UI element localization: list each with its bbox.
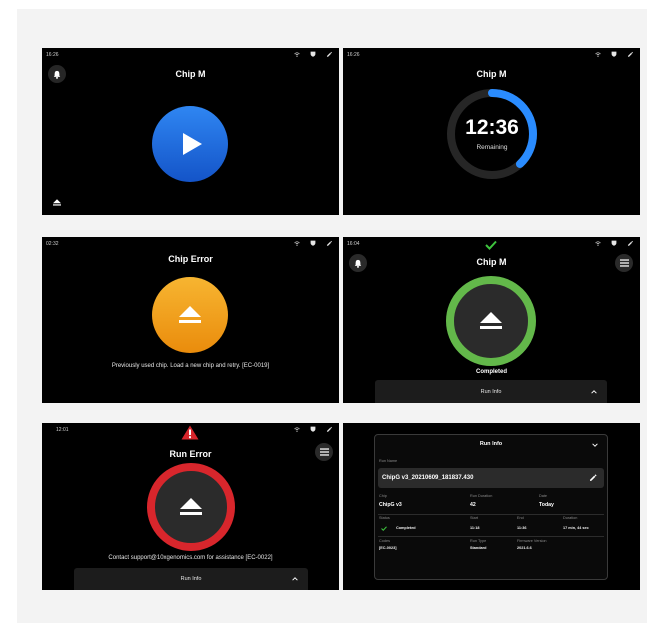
status-time: 02:32 bbox=[46, 241, 59, 247]
pen-icon bbox=[326, 51, 332, 57]
error-message: Contact support@10xgenomics.com for assi… bbox=[108, 555, 273, 561]
panel-ready: 16:26 Chip M bbox=[42, 48, 339, 215]
check-icon bbox=[381, 526, 387, 531]
eject-chip-button[interactable] bbox=[445, 275, 537, 367]
chip-label: Chip bbox=[379, 494, 387, 498]
panel-run-info: Run Info Run Name ChipG v3_20210609_1818… bbox=[343, 423, 640, 590]
wifi-icon bbox=[294, 426, 300, 432]
warning-icon bbox=[181, 425, 199, 440]
status-label: Completed bbox=[475, 369, 507, 375]
run-info-toggle[interactable]: Run Info bbox=[74, 568, 308, 590]
run-duration-label: Run Duration bbox=[470, 494, 493, 498]
shield-icon bbox=[611, 240, 617, 246]
status-time: 16:26 bbox=[46, 52, 59, 58]
timer-value: 12:36 bbox=[465, 116, 519, 139]
check-icon bbox=[485, 240, 497, 250]
status-value: Completed bbox=[396, 526, 416, 530]
page-title: Chip M bbox=[476, 257, 507, 267]
shield-icon bbox=[310, 51, 316, 57]
divider bbox=[378, 514, 604, 515]
timer-label: Remaining bbox=[476, 144, 508, 151]
run-info-toggle[interactable]: Run Info bbox=[375, 380, 607, 403]
page-title: Chip Error bbox=[168, 254, 213, 264]
start-value: 11:18 bbox=[470, 526, 480, 530]
run-name-field[interactable]: ChipG v3_20210609_181837.430 bbox=[378, 468, 604, 488]
wifi-icon bbox=[294, 240, 300, 246]
end-value: 11:36 bbox=[517, 526, 527, 530]
pen-icon bbox=[627, 240, 633, 246]
chevron-up-icon bbox=[591, 389, 597, 394]
panel-run-error: 12:01 Run Error Contact support@10xgenom… bbox=[42, 423, 339, 590]
start-run-button[interactable] bbox=[152, 106, 228, 182]
panel-running: 16:26 Chip M 12:36 Remaining bbox=[343, 48, 640, 215]
page-title: Run Error bbox=[169, 449, 212, 459]
eject-chip-button[interactable] bbox=[152, 277, 228, 353]
codes-label: Codes bbox=[379, 539, 390, 543]
end-label: End bbox=[517, 516, 524, 520]
firmware-value: 2021.6.6 bbox=[517, 546, 532, 550]
wifi-icon bbox=[595, 51, 601, 57]
status-time: 16:04 bbox=[347, 241, 360, 247]
shield-icon bbox=[310, 426, 316, 432]
run-name-label: Run Name bbox=[379, 459, 398, 463]
status-bar bbox=[294, 51, 332, 57]
status-bar bbox=[294, 240, 332, 246]
status-bar bbox=[595, 51, 633, 57]
status-time: 16:26 bbox=[347, 52, 360, 58]
chevron-up-icon bbox=[292, 577, 298, 581]
wifi-icon bbox=[294, 51, 300, 57]
page-title: Chip M bbox=[175, 69, 206, 79]
duration-label: Duration bbox=[563, 516, 578, 520]
chip-value: ChipG v3 bbox=[379, 502, 402, 508]
date-label: Date bbox=[539, 494, 548, 498]
shield-icon bbox=[611, 51, 617, 57]
run-info-label: Run Info bbox=[180, 576, 202, 582]
shield-icon bbox=[310, 240, 316, 246]
firmware-label: Firmware Version bbox=[517, 539, 547, 543]
start-label: Start bbox=[470, 516, 479, 520]
divider bbox=[378, 536, 604, 537]
wifi-icon bbox=[595, 240, 601, 246]
run-type-label: Run Type bbox=[470, 539, 487, 543]
run-info-card: Run Info Run Name ChipG v3_20210609_1818… bbox=[374, 434, 608, 580]
chevron-down-icon[interactable] bbox=[592, 443, 598, 447]
run-info-label: Run Info bbox=[480, 388, 502, 395]
pen-icon bbox=[326, 240, 332, 246]
status-bar bbox=[595, 240, 633, 246]
page-title: Chip M bbox=[476, 69, 507, 79]
run-type-value: Standard bbox=[470, 546, 487, 550]
date-value: Today bbox=[539, 502, 554, 508]
duration-value: 17 min, 44 sec bbox=[563, 526, 589, 530]
status-label: Status bbox=[379, 516, 390, 520]
panel-chip-error: 02:32 Chip Error Previously used chip. L… bbox=[42, 237, 339, 403]
eject-chip-button[interactable] bbox=[146, 462, 236, 552]
codes-value: [EC-0023] bbox=[379, 546, 397, 550]
eject-icon[interactable] bbox=[53, 199, 61, 206]
run-info-header: Run Info bbox=[479, 441, 503, 447]
edit-icon[interactable] bbox=[589, 474, 597, 482]
run-name-value: ChipG v3_20210609_181837.430 bbox=[382, 475, 474, 481]
error-message: Previously used chip. Load a new chip an… bbox=[111, 363, 270, 369]
pen-icon bbox=[326, 426, 332, 432]
status-time: 12:01 bbox=[56, 427, 69, 433]
status-bar bbox=[294, 426, 332, 432]
pen-icon bbox=[627, 51, 633, 57]
run-duration-value: 42 bbox=[470, 502, 476, 508]
panel-completed: 16:04 Chip M Completed Run Info bbox=[343, 237, 640, 403]
